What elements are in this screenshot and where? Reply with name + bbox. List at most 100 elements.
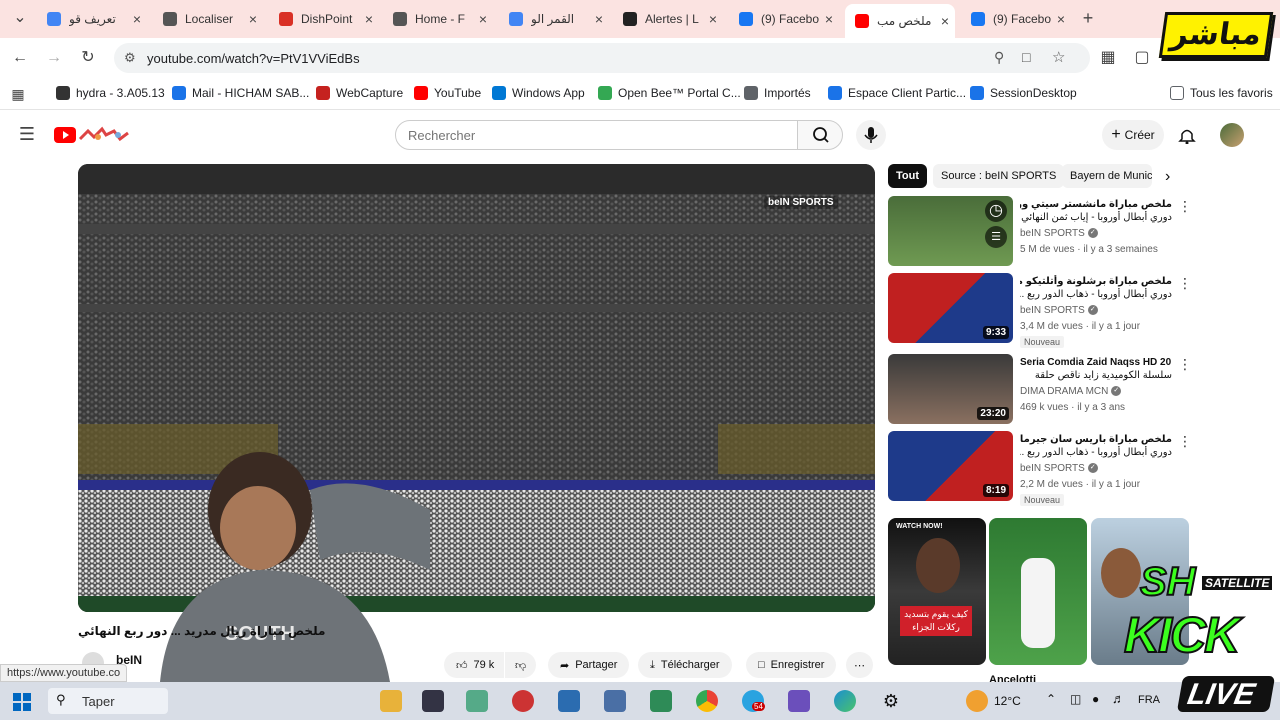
search-box[interactable] (395, 120, 798, 150)
video-channel[interactable]: DIMA DRAMA MCN ✓ (1020, 386, 1122, 397)
more-options-icon[interactable]: ⋮ (1178, 433, 1192, 450)
app-icon-4[interactable] (558, 690, 580, 712)
zoom-icon[interactable]: ⚲ (994, 49, 1004, 66)
bookmark-item[interactable]: Importés (744, 86, 811, 100)
bookmark-item[interactable]: WebCapture (316, 86, 403, 100)
apps-grid-icon[interactable]: ▦ (6, 82, 30, 106)
search-input[interactable] (396, 121, 776, 149)
windows-start-icon[interactable] (13, 693, 31, 716)
download-button[interactable]: ⤓ Télécharger (638, 652, 732, 678)
tab-close-icon[interactable]: × (595, 11, 603, 27)
tab-close-icon[interactable]: × (249, 11, 257, 27)
video-thumbnail[interactable]: ◷ ☰ (888, 196, 1013, 266)
browser-tab[interactable]: Localiser × (153, 4, 263, 34)
reload-button[interactable]: ↻ (76, 46, 100, 70)
app-icon-5[interactable] (650, 690, 672, 712)
address-bar[interactable]: ⚙ youtube.com/watch?v=PtV1VViEdBs ⚲ □ ☆ (114, 43, 1090, 73)
tray-chevron-icon[interactable]: ⌃ (1046, 692, 1056, 706)
browser-tab[interactable]: (9) Facebo × (729, 4, 839, 34)
tab-close-icon[interactable]: × (133, 11, 141, 27)
watch-later-icon[interactable]: ◷ (985, 200, 1007, 222)
short-thumb-2[interactable] (989, 518, 1087, 665)
weather-icon[interactable] (966, 690, 988, 712)
install-app-icon[interactable]: □ (1022, 49, 1030, 65)
bookmark-item[interactable]: Windows App (492, 86, 585, 100)
browser-tab[interactable]: (9) Facebo × (961, 4, 1071, 34)
menu-icon[interactable]: ☰ (15, 122, 39, 146)
browser-tab[interactable]: تعريف قو × (37, 4, 147, 34)
recommended-video[interactable]: ◷☰ملخص مباراة مانشستر سيتي وريال مدريد |… (888, 196, 1192, 268)
tab-close-icon[interactable]: × (365, 11, 373, 27)
tab-close-icon[interactable]: × (479, 11, 487, 27)
tab-close-icon[interactable]: × (709, 11, 717, 27)
bookmark-item[interactable]: hydra - 3.A05.13 (56, 86, 165, 100)
site-info-icon[interactable]: ⚙ (124, 50, 136, 66)
filter-chip[interactable]: Tout (888, 164, 928, 188)
tab-list-chevron-icon[interactable]: ⌄ (8, 6, 32, 30)
search-button[interactable] (797, 120, 843, 150)
add-to-queue-icon[interactable]: ☰ (985, 226, 1007, 248)
tab-close-icon[interactable]: × (825, 11, 833, 27)
bookmark-item[interactable]: YouTube (414, 86, 481, 100)
short-thumb-1[interactable]: WATCH NOW! كيف يقوم بتسديد ركلات الجزاء (888, 518, 986, 665)
tab-close-icon[interactable]: × (941, 13, 949, 29)
recommended-video[interactable]: 8:19 ملخص مباراة باريس سان جيرمان وليفربو… (888, 431, 1192, 506)
chips-next-chevron-icon[interactable]: › (1165, 168, 1170, 186)
screenshot-icon[interactable]: ▦ (1096, 46, 1120, 70)
more-actions-button[interactable]: ⋯ (846, 652, 873, 678)
app-icon-2[interactable] (466, 690, 488, 712)
video-thumbnail[interactable]: 8:19 (888, 431, 1013, 501)
recommended-video[interactable]: 9:33 ملخص مباراة برشلونة وأتلتيكو مدريد |… (888, 273, 1192, 348)
weather-temp[interactable]: 12°C (994, 694, 1021, 708)
app-icon-6[interactable] (788, 690, 810, 712)
bookmark-item[interactable]: SessionDesktop (970, 86, 1077, 100)
telegram-icon[interactable]: 54 (742, 690, 765, 712)
browser-tab[interactable]: Home - F × (383, 4, 493, 34)
extensions-icon[interactable]: ▢ (1130, 46, 1154, 70)
dislike-button[interactable]: 👎︎ (505, 652, 537, 678)
save-button[interactable]: □ Enregistrer (746, 652, 837, 678)
language-indicator[interactable]: FRA (1138, 694, 1160, 706)
video-channel[interactable]: beIN SPORTS ✓ (1020, 463, 1098, 474)
video-channel[interactable]: beIN SPORTS ✓ (1020, 228, 1098, 239)
share-button[interactable]: ➦ Partager (548, 652, 630, 678)
notifications-bell-icon[interactable] (1178, 126, 1196, 149)
chrome-icon[interactable] (696, 690, 718, 712)
create-button[interactable]: + Créer (1102, 120, 1164, 150)
bookmark-item[interactable]: Mail - HICHAM SAB... (172, 86, 309, 100)
bookmark-item[interactable]: Open Bee™ Portal C... (598, 86, 741, 100)
browser-tab[interactable]: القمر الو × (499, 4, 609, 34)
more-options-icon[interactable]: ⋮ (1178, 356, 1192, 373)
video-channel[interactable]: beIN SPORTS ✓ (1020, 305, 1098, 316)
calculator-icon[interactable] (604, 690, 626, 712)
settings-gear-icon[interactable]: ⚙ (880, 690, 902, 712)
volume-icon[interactable]: ♬ (1112, 691, 1125, 706)
filter-chip[interactable]: Source : beIN SPORTS (933, 164, 1065, 188)
browser-tab[interactable]: DishPoint × (269, 4, 379, 34)
edge-icon[interactable] (834, 690, 856, 712)
user-avatar[interactable] (1220, 123, 1244, 147)
all-bookmarks[interactable]: Tous les favoris (1170, 86, 1273, 100)
like-button[interactable]: 👍︎ 79 k (444, 652, 505, 678)
bookmark-item[interactable]: Espace Client Partic... (828, 86, 966, 100)
filter-chip[interactable]: Bayern de Munic (1062, 164, 1152, 188)
video-thumbnail[interactable]: 23:20 (888, 354, 1013, 424)
more-options-icon[interactable]: ⋮ (1178, 198, 1192, 215)
browser-tab[interactable]: Alertes | L × (613, 4, 723, 34)
forward-button[interactable]: → (42, 46, 66, 70)
bookmark-star-icon[interactable]: ☆ (1052, 48, 1065, 66)
browser-tab[interactable]: ملخص مب × (845, 4, 955, 38)
app-icon-1[interactable] (422, 690, 444, 712)
taskbar-search[interactable]: ⚲ Taper (48, 688, 168, 714)
youtube-logo[interactable] (54, 125, 130, 145)
back-button[interactable]: ← (8, 46, 32, 70)
video-thumbnail[interactable]: 9:33 (888, 273, 1013, 343)
mic-tray-icon[interactable]: ● (1092, 692, 1099, 706)
network-icon[interactable]: ◫ (1070, 692, 1081, 706)
voice-search-button[interactable] (856, 120, 886, 150)
file-explorer-icon[interactable] (380, 690, 402, 712)
more-options-icon[interactable]: ⋮ (1178, 275, 1192, 292)
recommended-video[interactable]: 23:20 Seria Comdia Zaid Naqss HD 20 سلسلة … (888, 354, 1192, 426)
app-icon-3[interactable] (512, 690, 534, 712)
new-tab-button[interactable]: + (1076, 6, 1100, 30)
